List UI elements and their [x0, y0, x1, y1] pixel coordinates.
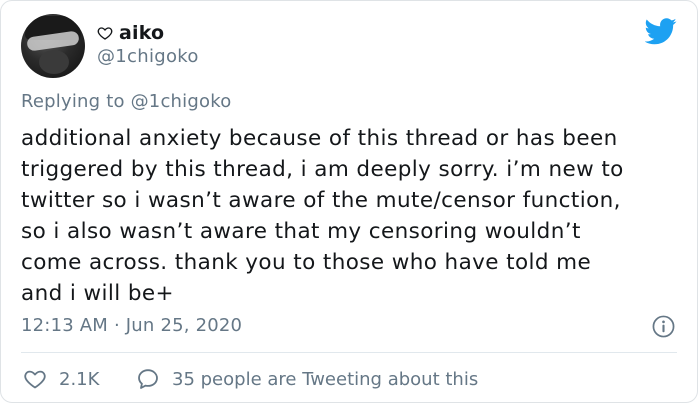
heart-outline-icon: [97, 27, 113, 40]
like-button[interactable]: 2.1K: [23, 367, 99, 391]
avatar-face: [39, 50, 69, 74]
tweet-text: additional anxiety because of this threa…: [21, 126, 624, 306]
tweet-timestamp[interactable]: 12:13 AM · Jun 25, 2020: [21, 315, 242, 336]
display-name: aiko: [119, 22, 165, 44]
avatar[interactable]: [21, 14, 85, 78]
reply-mention-link[interactable]: @1chigoko: [131, 91, 232, 112]
divider: [21, 352, 677, 353]
twitter-bird-icon[interactable]: [645, 18, 677, 45]
like-count: 2.1K: [59, 368, 100, 390]
replying-prefix: Replying to: [21, 91, 125, 112]
heart-outline-icon: [24, 370, 46, 389]
tweeting-about-button[interactable]: 35 people are Tweeting about this: [136, 367, 478, 391]
replying-to: Replying to @1chigoko: [21, 91, 231, 112]
user-handle[interactable]: @1chigoko: [97, 46, 199, 67]
info-icon[interactable]: [652, 315, 675, 338]
tweeting-about-label: 35 people are Tweeting about this: [172, 368, 479, 390]
name-row[interactable]: aiko: [97, 22, 164, 44]
tweet-card: aiko @1chigoko Replying to @1chigoko add…: [0, 0, 698, 403]
speech-bubble-icon: [138, 369, 158, 389]
